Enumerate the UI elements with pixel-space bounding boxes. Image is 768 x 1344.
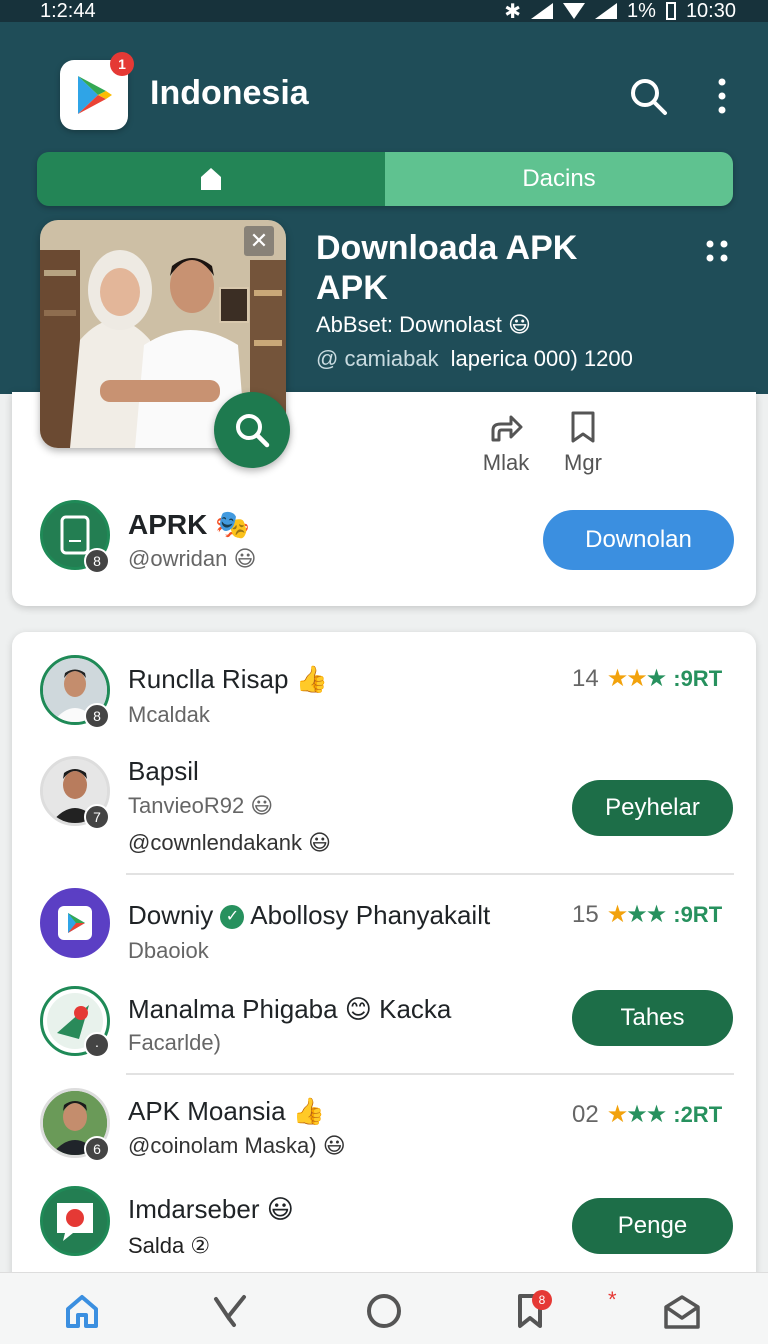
list-avatar[interactable] <box>40 1186 110 1256</box>
download-button[interactable]: Downolan <box>543 510 734 570</box>
play-icon <box>68 913 85 933</box>
notification-badge: 1 <box>110 52 134 76</box>
tab-dacins[interactable]: Dacins <box>385 152 733 206</box>
list-item-name: APK Moansia 👍 <box>128 1096 325 1127</box>
rating-number: 02 <box>572 1100 599 1128</box>
search-fab-button[interactable] <box>214 392 290 468</box>
bookmark-action[interactable]: Mgr <box>553 410 613 476</box>
rating: 14 ★★★:9RT <box>572 664 722 693</box>
rating: 15 ★★★:9RT <box>572 900 722 929</box>
tab-home[interactable] <box>37 152 385 206</box>
list-item-sub: Facarlde) <box>128 1030 221 1055</box>
rating: 02 ★★★:2RT <box>572 1100 722 1129</box>
list-badge: 8 <box>84 703 110 729</box>
share-label: Mlak <box>482 450 530 475</box>
list-item-sub: Mcaldak <box>128 702 210 727</box>
list-item-title-rest: Abollosy Phanyakailt <box>250 900 491 930</box>
bottom-nav: * <box>0 1272 768 1344</box>
list-badge: 6 <box>84 1136 110 1162</box>
tahes-button[interactable]: Tahes <box>572 990 733 1046</box>
list-item-title: Downiy <box>128 900 214 930</box>
wifi-icon <box>563 3 586 19</box>
list-item-name: Downiy ✓ Abollosy Phanyakailt <box>128 900 490 931</box>
stars-icon: ★★★ <box>606 665 667 692</box>
featured-info: laperica 000) 1200 <box>450 346 633 371</box>
chat-record-icon <box>57 1203 93 1241</box>
search-icon <box>236 414 270 448</box>
featured-subtitle: AbBset: Downolast 😃 <box>316 312 531 337</box>
rating-rt: :9RT <box>673 901 723 927</box>
stars-icon: ★★★ <box>606 1101 668 1128</box>
rating-rt: :9RT <box>673 665 723 691</box>
battery-icon <box>665 2 676 20</box>
list-item-name: Imdarseber 😃 <box>128 1194 294 1224</box>
penge-button[interactable]: Penge <box>572 1198 733 1254</box>
bookmark-icon <box>571 411 595 443</box>
divider <box>126 873 734 875</box>
list-item-handle: @cownlendakank 😃 <box>128 830 332 855</box>
rating-number: 14 <box>572 664 599 692</box>
signal-icon-2 <box>595 3 618 19</box>
featured-title-line2: APK <box>316 269 388 307</box>
status-time-right: 10:30 <box>685 0 736 22</box>
share-action[interactable]: Mlak <box>476 410 536 476</box>
nav-notification-badge: 8 <box>532 1290 552 1310</box>
featured-title-line1: Downloada APK <box>316 229 578 267</box>
list-item-name: Runclla Risap 👍 <box>128 664 328 695</box>
list-item-title: Runclla Risap <box>128 664 289 694</box>
play-store-icon[interactable]: 1 <box>60 52 134 130</box>
list-item-name: Bapsil <box>128 756 199 786</box>
list-item-sub: TanvieoR92 😃 <box>128 793 274 818</box>
signal-icon <box>531 3 554 19</box>
share-icon <box>491 415 523 442</box>
list-item-name: Manalma Phigaba 😊 Kacka <box>128 994 452 1024</box>
list-item-sub: Salda ② <box>128 1233 211 1258</box>
list-item-title: APK Moansia <box>128 1096 286 1126</box>
rating-number: 15 <box>572 900 599 928</box>
close-icon[interactable]: ✕ <box>244 226 274 256</box>
rating-rt: :2RT <box>673 1101 723 1127</box>
status-time-left: 1:2:44 <box>40 0 96 22</box>
featured-title: Downloada APK APK <box>316 228 676 308</box>
more-vert-icon[interactable] <box>712 76 732 116</box>
list-avatar[interactable] <box>40 888 110 958</box>
mail-icon[interactable] <box>662 1291 702 1331</box>
divider <box>126 1073 734 1075</box>
play-logo-icon <box>78 76 112 114</box>
search-icon[interactable] <box>628 76 668 116</box>
app-name: APRK 🎭 <box>128 509 250 540</box>
list-item-sub: Dbaoiok <box>128 938 209 963</box>
bluetooth-icon: ✱ <box>504 0 522 23</box>
thumbs-up-icon: 👍 <box>295 664 329 694</box>
battery-text: 1% <box>627 0 656 22</box>
list-badge: · <box>84 1032 110 1058</box>
status-bar: 1:2:44 ✱ 1% 10:30 <box>0 0 768 23</box>
featured-handle: @ camiabak <box>316 346 439 371</box>
stars-icon: ★★★ <box>606 901 668 928</box>
app-badge: 8 <box>84 548 110 574</box>
check-icon: ✓ <box>220 905 245 930</box>
star-marker-icon: * <box>608 1287 617 1312</box>
app-handle: @owridan 😃 <box>128 546 257 571</box>
circle-icon[interactable] <box>364 1291 404 1331</box>
home-icon <box>201 168 221 190</box>
grid-dots-icon[interactable] <box>704 238 730 264</box>
page-title: Indonesia <box>150 74 309 112</box>
list-item-sub: @coinolam Maska) 😃 <box>128 1133 346 1158</box>
bookmark-label: Mgr <box>564 450 602 475</box>
peyhelar-button[interactable]: Peyhelar <box>572 780 733 836</box>
app-list-card <box>12 632 756 1292</box>
home-icon[interactable] <box>62 1291 102 1331</box>
thumbs-up-icon: 👍 <box>292 1096 326 1126</box>
segmented-tabs: Dacins <box>37 152 733 206</box>
check-icon[interactable] <box>210 1291 250 1331</box>
featured-meta: @ camiabak laperica 000) 1200 <box>316 346 633 372</box>
list-badge: 7 <box>84 804 110 830</box>
